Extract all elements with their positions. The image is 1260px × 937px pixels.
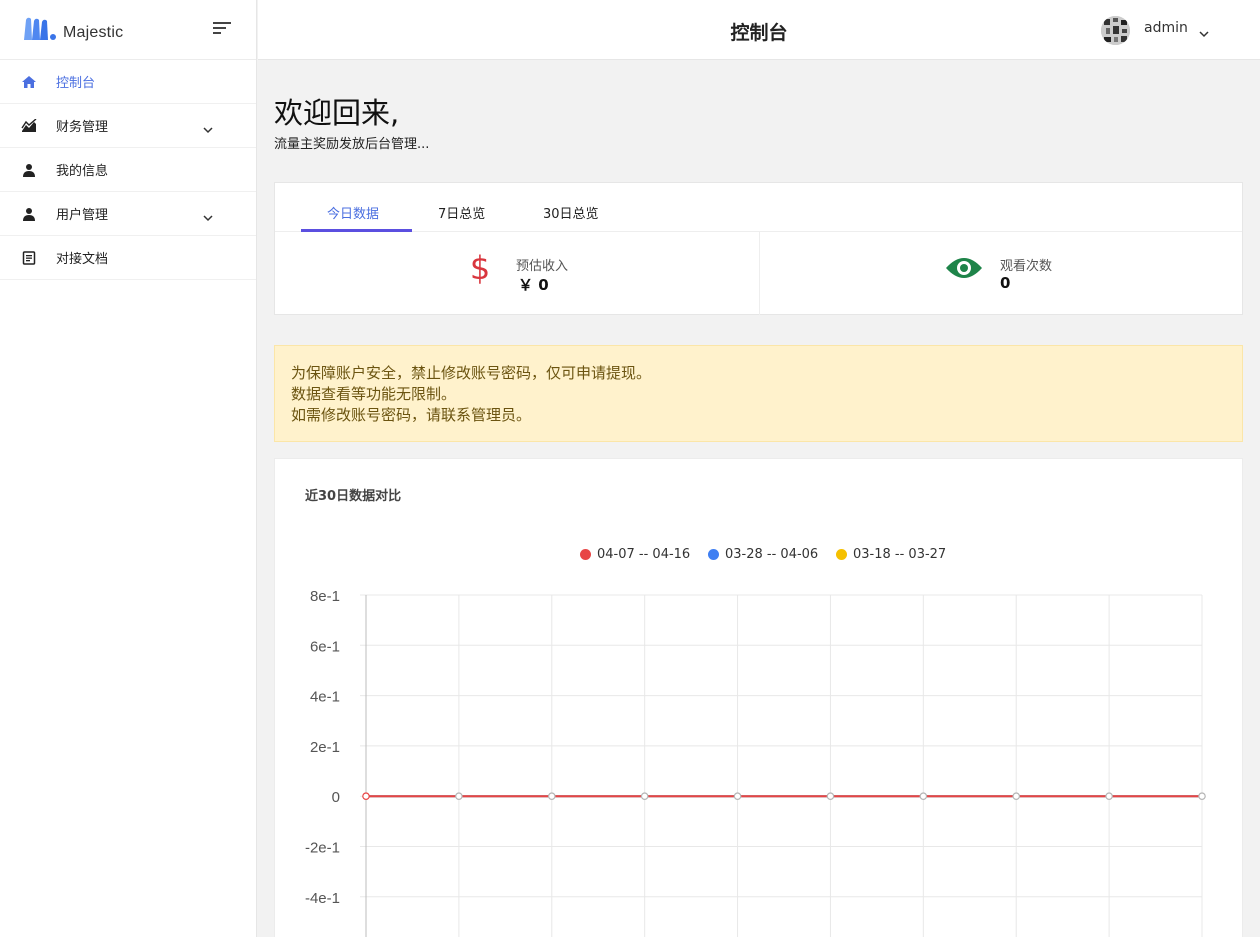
income-value: ￥ 0 <box>518 276 549 294</box>
notice-line: 如需修改账号密码，请联系管理员。 <box>291 406 532 424</box>
views-label: 观看次数 <box>1000 259 1053 274</box>
data-point <box>640 792 649 801</box>
stats-card: 今日数据 7日总览 30日总览 $ 预估收入 ￥ 0 观看次数 0 <box>274 182 1243 315</box>
chevron-down-icon <box>202 120 214 134</box>
y-tick-label: 0 <box>332 789 340 806</box>
legend-swatch <box>580 549 591 560</box>
welcome-subtitle: 流量主奖励发放后台管理... <box>274 137 430 152</box>
sidebar-item-user-management[interactable]: 用户管理 <box>0 192 256 236</box>
dollar-icon: $ <box>468 249 492 290</box>
welcome-title: 欢迎回来, <box>274 96 400 130</box>
tab-7-days[interactable]: 7日总览 <box>438 203 485 222</box>
brand-bar: Majestic <box>0 0 256 60</box>
sidebar-item-my-info[interactable]: 我的信息 <box>0 148 256 192</box>
notice-line: 为保障账户安全，禁止修改账号密码，仅可申请提现。 <box>291 364 652 382</box>
data-point <box>1012 792 1021 801</box>
income-label: 预估收入 <box>516 259 569 274</box>
person-icon <box>21 206 37 222</box>
sidebar-item-label: 用户管理 <box>56 208 109 223</box>
sidebar-item-label: 我的信息 <box>56 164 109 179</box>
sidebar-item-label: 对接文档 <box>56 252 109 267</box>
legend-swatch <box>708 549 719 560</box>
legend-label: 04-07 -- 04-16 <box>597 547 691 562</box>
top-bar: 控制台 admin <box>258 0 1260 60</box>
chart-title: 近30日数据对比 <box>305 489 402 504</box>
income-stat: $ 预估收入 ￥ 0 <box>275 232 759 315</box>
legend-item[interactable]: 03-18 -- 03-27 <box>836 547 946 562</box>
data-point <box>1198 792 1206 801</box>
line-chart: 8e-1 6e-1 4e-1 2e-1 0 -2e-1 -4e-1 <box>305 588 1206 937</box>
views-value: 0 <box>1000 274 1011 292</box>
y-tick-label: 6e-1 <box>310 638 340 655</box>
legend-item[interactable]: 03-28 -- 04-06 <box>708 547 818 562</box>
chevron-down-icon <box>202 208 214 222</box>
eye-icon <box>945 255 983 285</box>
svg-text:$: $ <box>470 250 490 286</box>
data-point <box>1105 792 1113 801</box>
tab-today[interactable]: 今日数据 <box>327 203 379 222</box>
y-tick-label: -2e-1 <box>305 840 340 857</box>
majestic-logo-icon[interactable] <box>22 16 58 46</box>
chart-icon <box>21 118 37 134</box>
legend-label: 03-28 -- 04-06 <box>725 547 819 562</box>
sidebar: Majestic 控制台 财务管理 我的信息 用户管理 对接文档 <box>0 0 257 937</box>
sidebar-item-finance[interactable]: 财务管理 <box>0 104 256 148</box>
user-name[interactable]: admin <box>1144 20 1188 36</box>
data-point <box>919 792 928 801</box>
chart-legend: 04-07 -- 04-16 03-28 -- 04-06 03-18 -- 0… <box>275 547 1244 567</box>
document-icon <box>21 250 37 266</box>
home-icon <box>21 74 37 90</box>
chevron-down-icon[interactable] <box>1198 24 1210 38</box>
legend-item[interactable]: 04-07 -- 04-16 <box>580 547 690 562</box>
sidebar-item-label: 财务管理 <box>56 120 109 135</box>
data-point <box>455 792 463 801</box>
sidebar-item-label: 控制台 <box>56 76 96 91</box>
sidebar-item-dashboard[interactable]: 控制台 <box>0 60 256 104</box>
y-tick-label: 8e-1 <box>310 588 340 605</box>
data-point <box>826 792 835 801</box>
brand-name: Majestic <box>63 24 124 41</box>
tab-30-days[interactable]: 30日总览 <box>543 203 599 222</box>
menu-toggle-icon[interactable] <box>212 20 232 36</box>
data-point <box>547 792 556 801</box>
notice-alert: 为保障账户安全，禁止修改账号密码，仅可申请提现。 数据查看等功能无限制。 如需修… <box>274 345 1243 442</box>
person-icon <box>21 162 37 178</box>
data-point <box>362 792 370 801</box>
data-point <box>733 792 742 801</box>
chart-card: 近30日数据对比 04-07 -- 04-16 03-28 -- 04-06 0… <box>274 458 1243 937</box>
legend-label: 03-18 -- 03-27 <box>853 547 947 562</box>
sidebar-item-docs[interactable]: 对接文档 <box>0 236 256 280</box>
notice-line: 数据查看等功能无限制。 <box>291 385 457 403</box>
legend-swatch <box>836 549 847 560</box>
y-tick-label: -4e-1 <box>305 890 340 907</box>
y-tick-label: 2e-1 <box>310 739 340 756</box>
avatar[interactable] <box>1101 16 1130 45</box>
tab-bar: 今日数据 7日总览 30日总览 <box>275 183 1242 232</box>
y-tick-label: 4e-1 <box>310 689 340 706</box>
views-stat: 观看次数 0 <box>760 232 1243 315</box>
